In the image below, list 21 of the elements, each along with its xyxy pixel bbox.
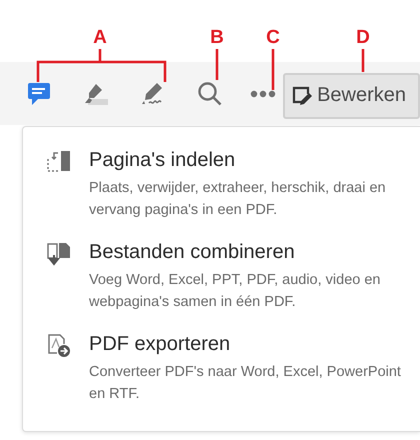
menu-item-title[interactable]: Pagina's indelen [89, 147, 236, 173]
page-move-icon [46, 149, 72, 173]
leader-line [272, 49, 274, 90]
callout-letter: B [210, 27, 224, 48]
combine-files-icon [46, 241, 72, 267]
search-icon [197, 80, 224, 106]
menu-item-description: Plaats, verwijder, extraheer, herschik, draai en vervang pagina's in een PDF. [89, 179, 387, 220]
pdf-export-icon [46, 333, 72, 359]
leader-line [362, 49, 364, 72]
edit-button[interactable]: Bewerken [283, 72, 420, 118]
callout-letter: C [266, 27, 280, 48]
menu-item-title[interactable]: Bestanden combineren [89, 239, 295, 265]
leader-line [216, 49, 218, 80]
menu-item-title[interactable]: PDF exporteren [89, 331, 230, 357]
edit-icon [291, 84, 314, 106]
menu-item-description: Voeg Word, Excel, PPT, PDF, audio, video en webpagina's samen in één PDF. [89, 271, 382, 312]
menu-item-description: Converteer PDF's naar Word, Excel, PowerPoint en RTF. [89, 363, 402, 404]
comment-icon [26, 80, 51, 106]
callout-letter: A [93, 27, 107, 48]
more-icon [250, 90, 276, 98]
callout-letter: D [356, 27, 370, 48]
